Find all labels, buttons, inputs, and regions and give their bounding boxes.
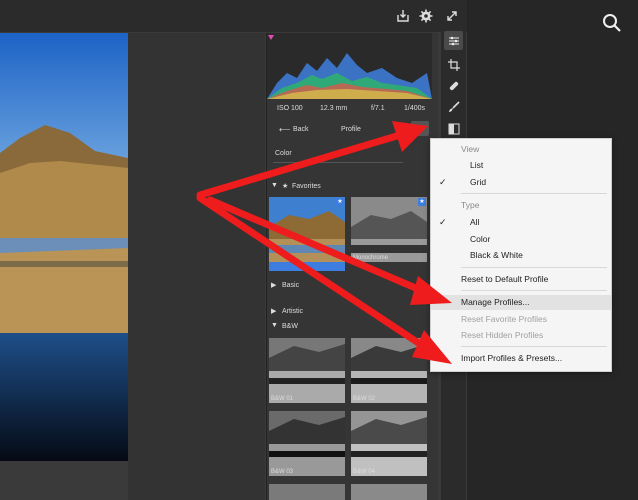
profile-thumb-bw03[interactable]: B&W 03: [269, 411, 345, 476]
thumb-caption: B&W 03: [271, 469, 294, 475]
canvas-background: [128, 33, 265, 500]
profile-thumb-bw01[interactable]: B&W 01: [269, 338, 345, 403]
menu-separator: [461, 193, 607, 194]
menu-item-grid[interactable]: ✓ Grid: [431, 175, 611, 190]
section-bw[interactable]: ▼ B&W: [271, 322, 391, 332]
favorites-label: Favorites: [292, 183, 321, 190]
search-icon[interactable]: [601, 12, 623, 34]
favorite-star-icon[interactable]: ★: [336, 198, 344, 206]
star-icon: ★: [282, 183, 289, 190]
profile-select-value: Color: [275, 150, 292, 157]
menu-header-view: View: [461, 144, 480, 154]
edit-sliders-icon[interactable]: [444, 31, 463, 50]
export-icon[interactable]: [396, 9, 410, 23]
back-arrow-icon: ⟵: [279, 125, 291, 134]
section-label: Artistic: [282, 308, 303, 315]
thumb-caption: B&W 02: [353, 396, 376, 402]
aperture-value: f/7.1: [371, 105, 385, 112]
profile-thumb-bw05[interactable]: [269, 484, 345, 500]
checkmark-icon: ✓: [439, 217, 447, 227]
shutter-value: 1/400s: [404, 105, 426, 112]
profile-thumb-bw04[interactable]: B&W 04: [351, 411, 427, 476]
section-label: B&W: [282, 323, 298, 330]
menu-item-manage-profiles[interactable]: Manage Profiles...: [431, 295, 611, 310]
section-artistic[interactable]: ▶ Artistic: [271, 307, 391, 317]
thumb-caption: Color: [271, 264, 286, 270]
menu-item-reset-default[interactable]: Reset to Default Profile: [431, 272, 611, 287]
back-button[interactable]: ⟵ Back: [279, 125, 319, 136]
photo-preview: [0, 33, 128, 461]
section-label: Basic: [282, 282, 300, 289]
favorites-header[interactable]: ▼ ★ Favorites: [271, 182, 391, 192]
menu-item-color[interactable]: Color: [431, 232, 611, 247]
crop-icon[interactable]: [444, 55, 463, 74]
section-basic[interactable]: ▶ Basic: [271, 281, 391, 291]
expand-icon[interactable]: [445, 9, 459, 23]
brush-icon[interactable]: [444, 97, 463, 116]
profile-thumb-bw06[interactable]: [351, 484, 427, 500]
menu-item-black-white[interactable]: Black & White: [431, 248, 611, 263]
disclosure-right-icon: ▶: [271, 308, 277, 315]
menu-separator: [461, 346, 607, 347]
thumb-caption: B&W 04: [353, 469, 376, 475]
disclosure-down-icon: ▼: [271, 322, 278, 329]
profile-options-menu: View List ✓ Grid Type ✓ All Color Black & …: [430, 138, 612, 372]
back-label: Back: [293, 126, 309, 133]
profile-thumb-color[interactable]: Color ★: [269, 197, 345, 271]
histogram: [267, 33, 432, 99]
healing-icon[interactable]: [444, 76, 463, 95]
more-options-icon[interactable]: •••: [411, 121, 429, 136]
menu-item-import[interactable]: Import Profiles & Presets...: [431, 351, 611, 366]
gear-icon[interactable]: [419, 9, 433, 23]
profile-thumb-monochrome[interactable]: Monochrome ★: [351, 197, 427, 262]
menu-item-reset-favorites: Reset Favorite Profiles: [461, 314, 547, 324]
gradient-icon[interactable]: [444, 119, 463, 138]
menu-separator: [461, 290, 607, 291]
iso-value: ISO 100: [277, 105, 303, 112]
profile-thumb-bw02[interactable]: B&W 02: [351, 338, 427, 403]
top-toolbar: [0, 0, 467, 32]
menu-separator: [461, 267, 607, 268]
panel-title: Profile: [341, 126, 361, 133]
checkmark-icon: ✓: [439, 177, 447, 187]
thumb-caption: Monochrome: [353, 255, 389, 261]
profile-select[interactable]: Color: [273, 146, 403, 163]
menu-item-list[interactable]: List: [431, 158, 611, 173]
disclosure-down-icon: ▼: [271, 182, 278, 189]
menu-item-reset-hidden: Reset Hidden Profiles: [461, 330, 544, 340]
disclosure-right-icon: ▶: [271, 282, 277, 289]
exif-info: ISO 100 12.3 mm f/7.1 1/400s: [267, 100, 437, 120]
focal-length-value: 12.3 mm: [320, 105, 348, 112]
menu-header-type: Type: [461, 200, 480, 210]
favorite-star-icon[interactable]: ★: [418, 198, 426, 206]
menu-item-all[interactable]: ✓ All: [431, 215, 611, 230]
thumb-caption: B&W 01: [271, 396, 294, 402]
